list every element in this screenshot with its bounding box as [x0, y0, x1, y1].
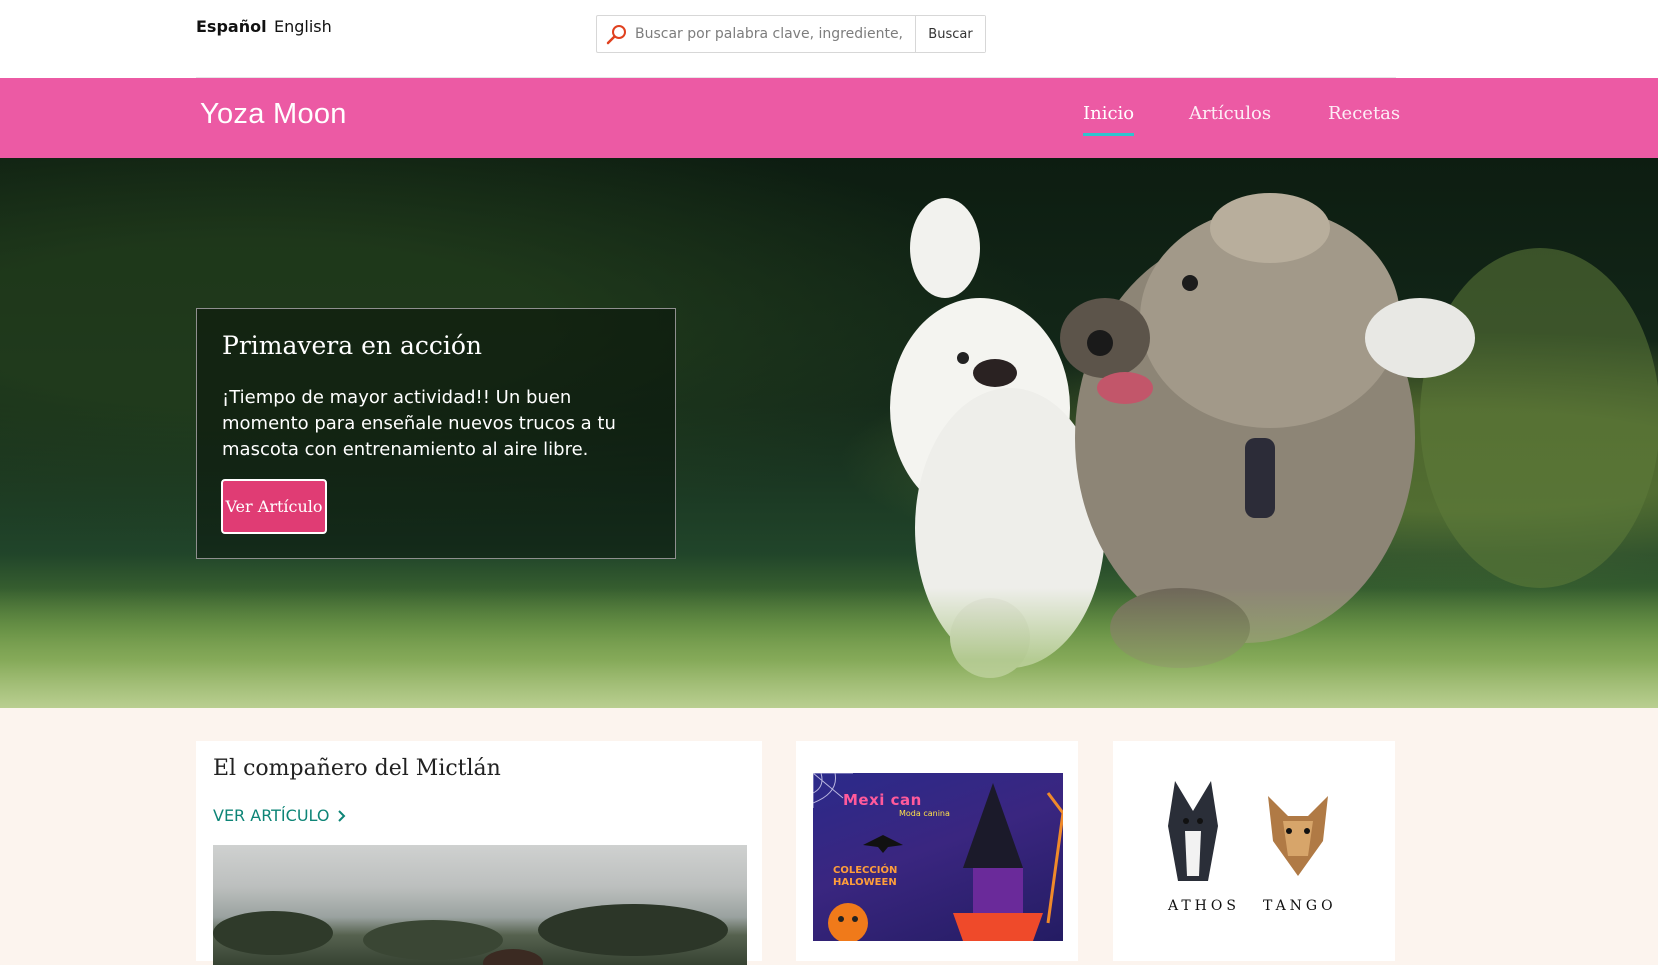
landscape-image [213, 904, 728, 965]
promo-brand: Mexi can [843, 791, 922, 809]
hero-read-article-button[interactable]: Ver Artículo [221, 479, 327, 534]
language-english[interactable]: English [274, 17, 332, 36]
hero-banner: Primavera en acción ¡Tiempo de mayor act… [0, 158, 1658, 708]
nav-label-articulos: Artículos [1189, 103, 1272, 124]
halloween-promo-image: Mexi can Moda canina COLECCIÓN HALOWEEN [813, 773, 1063, 941]
site-logo[interactable]: Yoza Moon [200, 85, 347, 131]
article-card-image [213, 845, 747, 965]
search-input[interactable] [635, 17, 903, 51]
nav-item-articulos[interactable]: Artículos [1189, 103, 1271, 124]
nav-item-inicio[interactable]: Inicio [1083, 103, 1135, 136]
hero-card: Primavera en acción ¡Tiempo de mayor act… [196, 308, 676, 559]
article-card-link[interactable]: VER ARTÍCULO [213, 806, 347, 825]
logo-text: Yoza Moon [200, 98, 347, 130]
memorial-name-tango: TANGO [1263, 898, 1337, 914]
nav-label-inicio: Inicio [1083, 103, 1135, 124]
promo-card[interactable]: Mexi can Moda canina COLECCIÓN HALOWEEN [796, 741, 1078, 961]
hero-grass [0, 588, 1658, 708]
search-bar: Buscar [596, 15, 986, 53]
nav-label-recetas: Recetas [1328, 103, 1401, 124]
hero-text: ¡Tiempo de mayor actividad!! Un buen mom… [222, 387, 616, 460]
search-button[interactable]: Buscar [915, 16, 985, 52]
language-espanol[interactable]: Español [196, 17, 267, 36]
active-nav-indicator [1083, 133, 1135, 136]
promo-subtitle: Moda canina [899, 809, 950, 818]
main-navbar: Yoza Moon Inicio Artículos Recetas [0, 78, 1658, 158]
memorial-card[interactable]: ATHOS TANGO [1113, 741, 1395, 961]
article-card-title: El compañero del Mictlán [213, 756, 501, 781]
article-card[interactable]: El compañero del Mictlán VER ARTÍCULO [196, 741, 762, 965]
chevron-right-icon [338, 809, 346, 822]
search-icon[interactable] [605, 23, 629, 47]
article-card-link-label: VER ARTÍCULO [213, 806, 330, 825]
promo-collection: COLECCIÓN HALOWEEN [833, 865, 898, 888]
memorial-name-athos: ATHOS [1168, 898, 1240, 914]
hero-title: Primavera en acción [222, 331, 482, 360]
top-bar: Español English Buscar [0, 0, 1658, 78]
nav-item-recetas[interactable]: Recetas [1328, 103, 1400, 124]
moon-logo-icon [276, 85, 284, 101]
